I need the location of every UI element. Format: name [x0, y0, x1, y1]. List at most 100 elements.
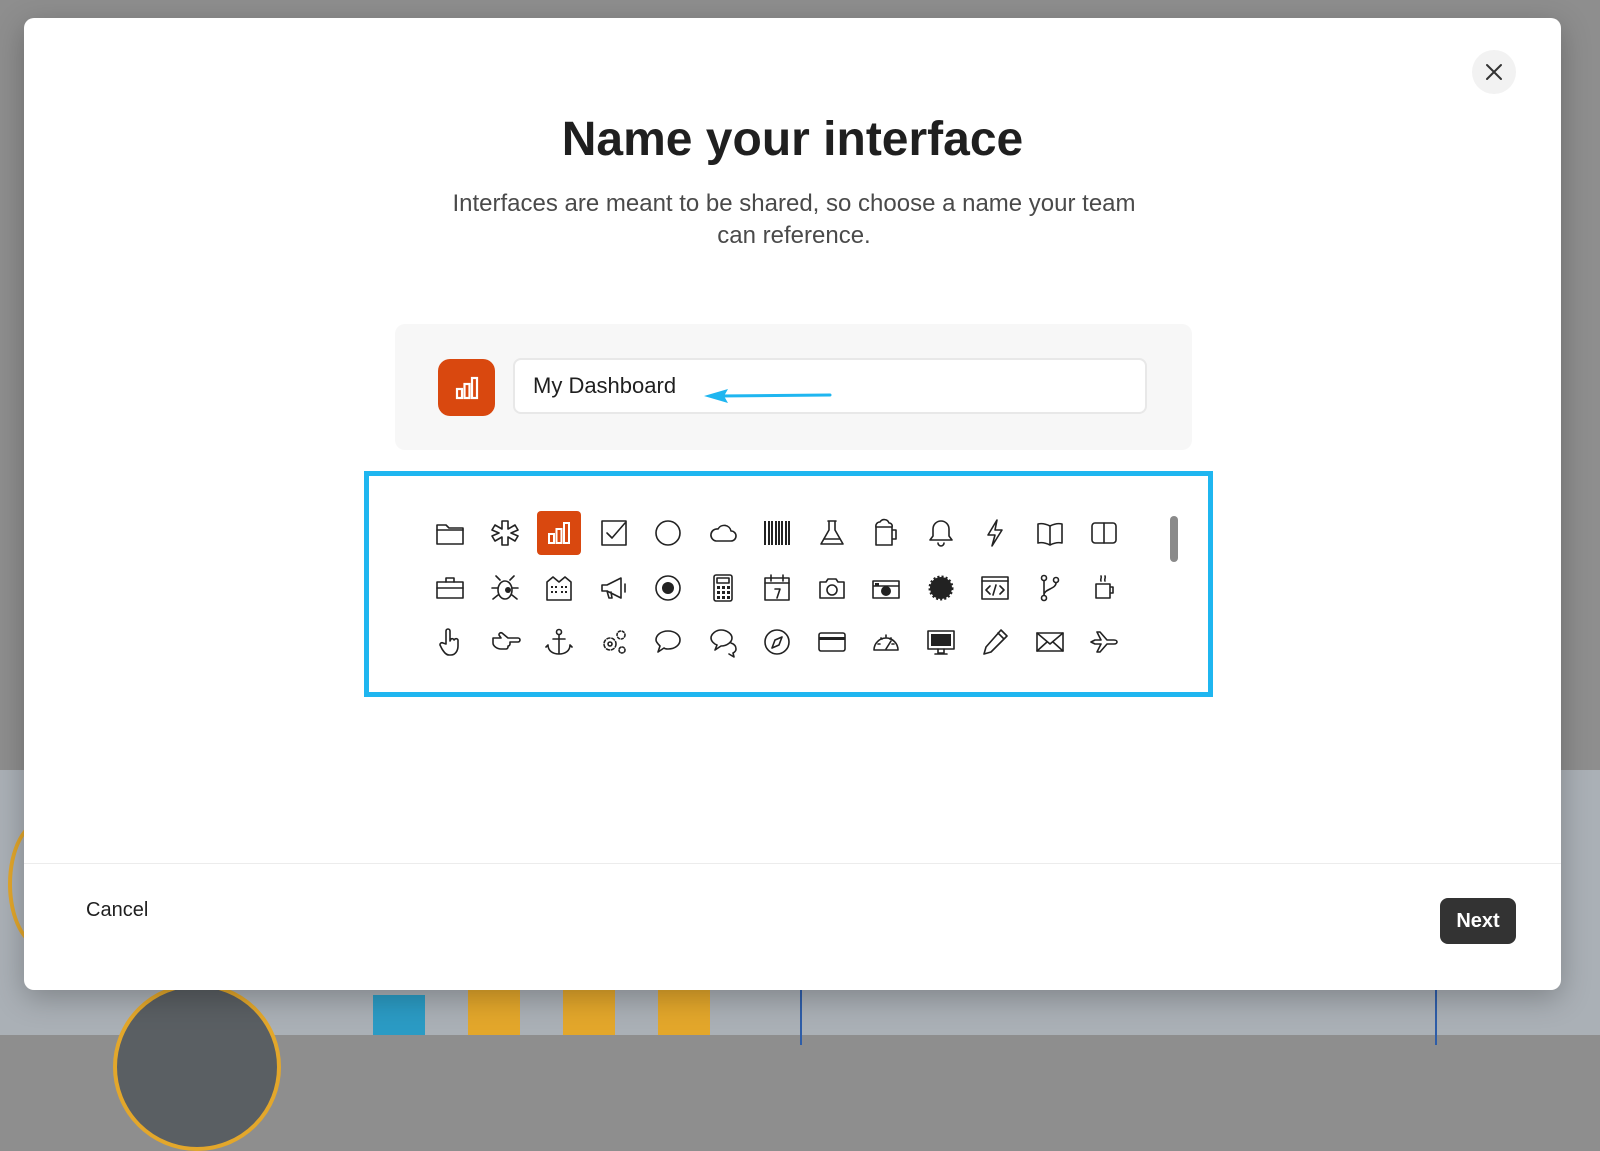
- icon-tile: [428, 566, 472, 610]
- icon-tile: [1028, 620, 1072, 664]
- icon-tile: [646, 511, 690, 555]
- icon-option[interactable]: [1023, 670, 1078, 685]
- icon-option[interactable]: [750, 615, 805, 670]
- icon-option[interactable]: [587, 615, 642, 670]
- asterisk-icon: [490, 520, 519, 547]
- icon-option[interactable]: [423, 506, 478, 561]
- icon-tile: [592, 511, 636, 555]
- briefcase-icon: [436, 576, 465, 599]
- icon-tile: [919, 511, 963, 555]
- bell-icon: [928, 520, 953, 547]
- icon-option[interactable]: [423, 561, 478, 616]
- icon-option[interactable]: [968, 506, 1023, 561]
- icon-option[interactable]: [532, 506, 587, 561]
- icon-option[interactable]: [478, 561, 533, 616]
- dashboard-gauge-icon: [873, 634, 900, 652]
- icon-option[interactable]: [1077, 670, 1123, 685]
- annotation-arrow: [704, 389, 832, 403]
- icon-option[interactable]: [859, 670, 914, 685]
- icon-tile: [537, 566, 581, 610]
- icon-tile: [1028, 566, 1072, 610]
- selected-icon-button[interactable]: [438, 359, 495, 416]
- icon-option[interactable]: [696, 615, 751, 670]
- icon-option[interactable]: [641, 670, 696, 685]
- close-button[interactable]: [1472, 50, 1516, 94]
- icon-tile: [1082, 620, 1123, 664]
- icon-option[interactable]: [532, 615, 587, 670]
- checkbox-icon: [600, 520, 627, 547]
- icon-option[interactable]: [914, 506, 969, 561]
- icon-option[interactable]: [1077, 506, 1123, 561]
- bug-icon: [490, 574, 519, 600]
- next-button[interactable]: Next: [1440, 898, 1516, 944]
- icon-option[interactable]: [532, 561, 587, 616]
- icon-option[interactable]: [423, 670, 478, 685]
- background-avatar: [113, 983, 281, 1151]
- barcode-icon: [764, 521, 791, 546]
- bar-chart-icon: [548, 522, 571, 545]
- icon-tile: [864, 675, 908, 684]
- icon-option[interactable]: [968, 615, 1023, 670]
- icon-option[interactable]: [805, 561, 860, 616]
- scrollbar-thumb[interactable]: [1170, 516, 1178, 562]
- icon-tile: [864, 511, 908, 555]
- icon-option[interactable]: [805, 506, 860, 561]
- credit-card-icon: [817, 632, 846, 653]
- icon-option[interactable]: [532, 670, 587, 685]
- icon-tile: [701, 511, 745, 555]
- background-line-2: [1435, 985, 1437, 1045]
- partial-icon: [1034, 681, 1066, 684]
- icon-option[interactable]: [750, 506, 805, 561]
- icon-option[interactable]: [587, 561, 642, 616]
- partial-icon: [816, 681, 848, 684]
- cancel-button[interactable]: Cancel: [86, 899, 148, 922]
- icon-option[interactable]: [914, 561, 969, 616]
- icon-option[interactable]: [1023, 615, 1078, 670]
- icon-option[interactable]: [478, 615, 533, 670]
- icon-option[interactable]: [587, 670, 642, 685]
- icon-option[interactable]: [641, 561, 696, 616]
- icon-option[interactable]: [805, 670, 860, 685]
- icon-option[interactable]: [641, 615, 696, 670]
- icon-option[interactable]: [696, 670, 751, 685]
- icon-tile: [973, 675, 1017, 684]
- icon-option[interactable]: [1077, 561, 1123, 616]
- icon-option[interactable]: [478, 670, 533, 685]
- partial-icon: [925, 681, 957, 684]
- icon-tile: [537, 675, 581, 684]
- lightning-icon: [987, 519, 1004, 548]
- desktop-icon: [926, 630, 955, 656]
- icon-option[interactable]: [968, 670, 1023, 685]
- beer-mug-icon: [875, 519, 898, 547]
- name-interface-dialog: Name your interface Interfaces are meant…: [24, 18, 1561, 990]
- icon-option[interactable]: [641, 506, 696, 561]
- flask-icon: [819, 520, 844, 546]
- partial-icon: [979, 681, 1011, 684]
- icon-tile: [755, 566, 799, 610]
- icon-tile: [483, 675, 527, 684]
- icon-option[interactable]: [859, 561, 914, 616]
- cloud-icon: [709, 524, 737, 543]
- icon-option[interactable]: [696, 506, 751, 561]
- icon-option[interactable]: [1023, 506, 1078, 561]
- icon-option[interactable]: [750, 561, 805, 616]
- icon-tile: [646, 566, 690, 610]
- icon-option[interactable]: [587, 506, 642, 561]
- icon-option[interactable]: [696, 561, 751, 616]
- icon-grid: [423, 506, 1123, 684]
- camera-icon: [818, 577, 845, 599]
- icon-option[interactable]: [914, 670, 969, 685]
- icon-option[interactable]: [478, 506, 533, 561]
- icon-option[interactable]: [750, 670, 805, 685]
- icon-tile: [428, 511, 472, 555]
- icon-option[interactable]: [805, 615, 860, 670]
- icon-option[interactable]: [859, 506, 914, 561]
- icon-option[interactable]: [1023, 561, 1078, 616]
- icon-option[interactable]: [859, 615, 914, 670]
- icon-tile: [646, 675, 690, 684]
- icon-option[interactable]: [914, 615, 969, 670]
- icon-option[interactable]: [423, 615, 478, 670]
- partial-icon: [870, 681, 902, 684]
- icon-option[interactable]: [968, 561, 1023, 616]
- icon-option[interactable]: [1077, 615, 1123, 670]
